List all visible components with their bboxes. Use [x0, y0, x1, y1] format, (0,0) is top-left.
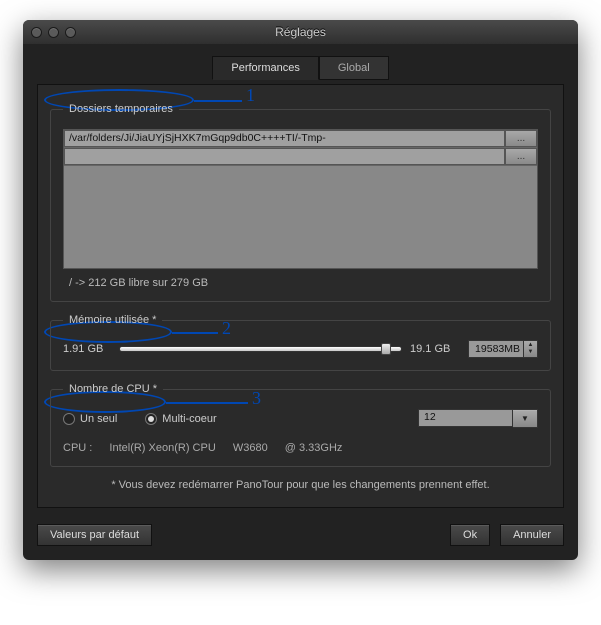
chevron-down-icon[interactable]: ▼: [513, 409, 538, 428]
restart-note: * Vous devez redémarrer PanoTour pour qu…: [50, 479, 551, 491]
group-memory: Mémoire utilisée * 1.91 GB 19.1 GB ▲▼: [50, 314, 551, 371]
memory-min-label: 1.91 GB: [63, 343, 111, 355]
titlebar: Réglages: [23, 20, 578, 44]
radio-icon: [63, 413, 75, 425]
slider-thumb[interactable]: [381, 343, 391, 355]
minimize-icon[interactable]: [48, 27, 59, 38]
traffic-lights: [31, 27, 76, 38]
folder-path[interactable]: /var/folders/Ji/JiaUYjSjHXK7mGqp9db0C+++…: [64, 130, 505, 147]
memory-slider[interactable]: [119, 346, 402, 352]
zoom-icon[interactable]: [65, 27, 76, 38]
settings-window: Réglages Performances Global 1 Dossiers …: [23, 20, 578, 560]
footer: Valeurs par défaut Ok Annuler: [37, 524, 564, 546]
defaults-button[interactable]: Valeurs par défaut: [37, 524, 152, 546]
radio-icon: [145, 413, 157, 425]
group-temp-folders: Dossiers temporaires /var/folders/Ji/Jia…: [50, 103, 551, 302]
cancel-button[interactable]: Annuler: [500, 524, 564, 546]
group-cpu: Nombre de CPU * Un seul Multi-coeur 12 ▼: [50, 383, 551, 467]
tab-global[interactable]: Global: [319, 56, 389, 80]
tabbar: Performances Global: [37, 56, 564, 80]
browse-button[interactable]: ...: [505, 130, 537, 147]
folder-path[interactable]: [64, 148, 505, 165]
memory-max-label: 19.1 GB: [410, 343, 460, 355]
folder-row: ...: [64, 148, 537, 166]
memory-spinner: ▲▼: [468, 340, 538, 358]
ok-button[interactable]: Ok: [450, 524, 490, 546]
legend-temp-folders: Dossiers temporaires: [63, 103, 179, 115]
radio-single-label: Un seul: [80, 413, 117, 425]
window-title: Réglages: [23, 25, 578, 39]
disk-free-label: / -> 212 GB libre sur 279 GB: [63, 277, 538, 289]
cpu-count-select[interactable]: 12 ▼: [418, 409, 538, 428]
radio-multi-label: Multi-coeur: [162, 413, 216, 425]
radio-single[interactable]: Un seul: [63, 413, 117, 425]
panel-performances: 1 Dossiers temporaires /var/folders/Ji/J…: [37, 84, 564, 508]
close-icon[interactable]: [31, 27, 42, 38]
memory-input[interactable]: [468, 340, 524, 358]
cpu-info: CPU : Intel(R) Xeon(R) CPU W3680 @ 3.33G…: [63, 442, 538, 454]
radio-multi[interactable]: Multi-coeur: [145, 413, 216, 425]
cpu-count-value: 12: [418, 409, 513, 427]
content: Performances Global 1 Dossiers temporair…: [23, 44, 578, 560]
spinner-arrows[interactable]: ▲▼: [524, 340, 538, 358]
folder-list: /var/folders/Ji/JiaUYjSjHXK7mGqp9db0C+++…: [63, 129, 538, 269]
folder-row: /var/folders/Ji/JiaUYjSjHXK7mGqp9db0C+++…: [64, 130, 537, 148]
legend-cpu: Nombre de CPU *: [63, 383, 163, 395]
tab-performances[interactable]: Performances: [212, 56, 318, 80]
legend-memory: Mémoire utilisée *: [63, 314, 162, 326]
browse-button[interactable]: ...: [505, 148, 537, 165]
